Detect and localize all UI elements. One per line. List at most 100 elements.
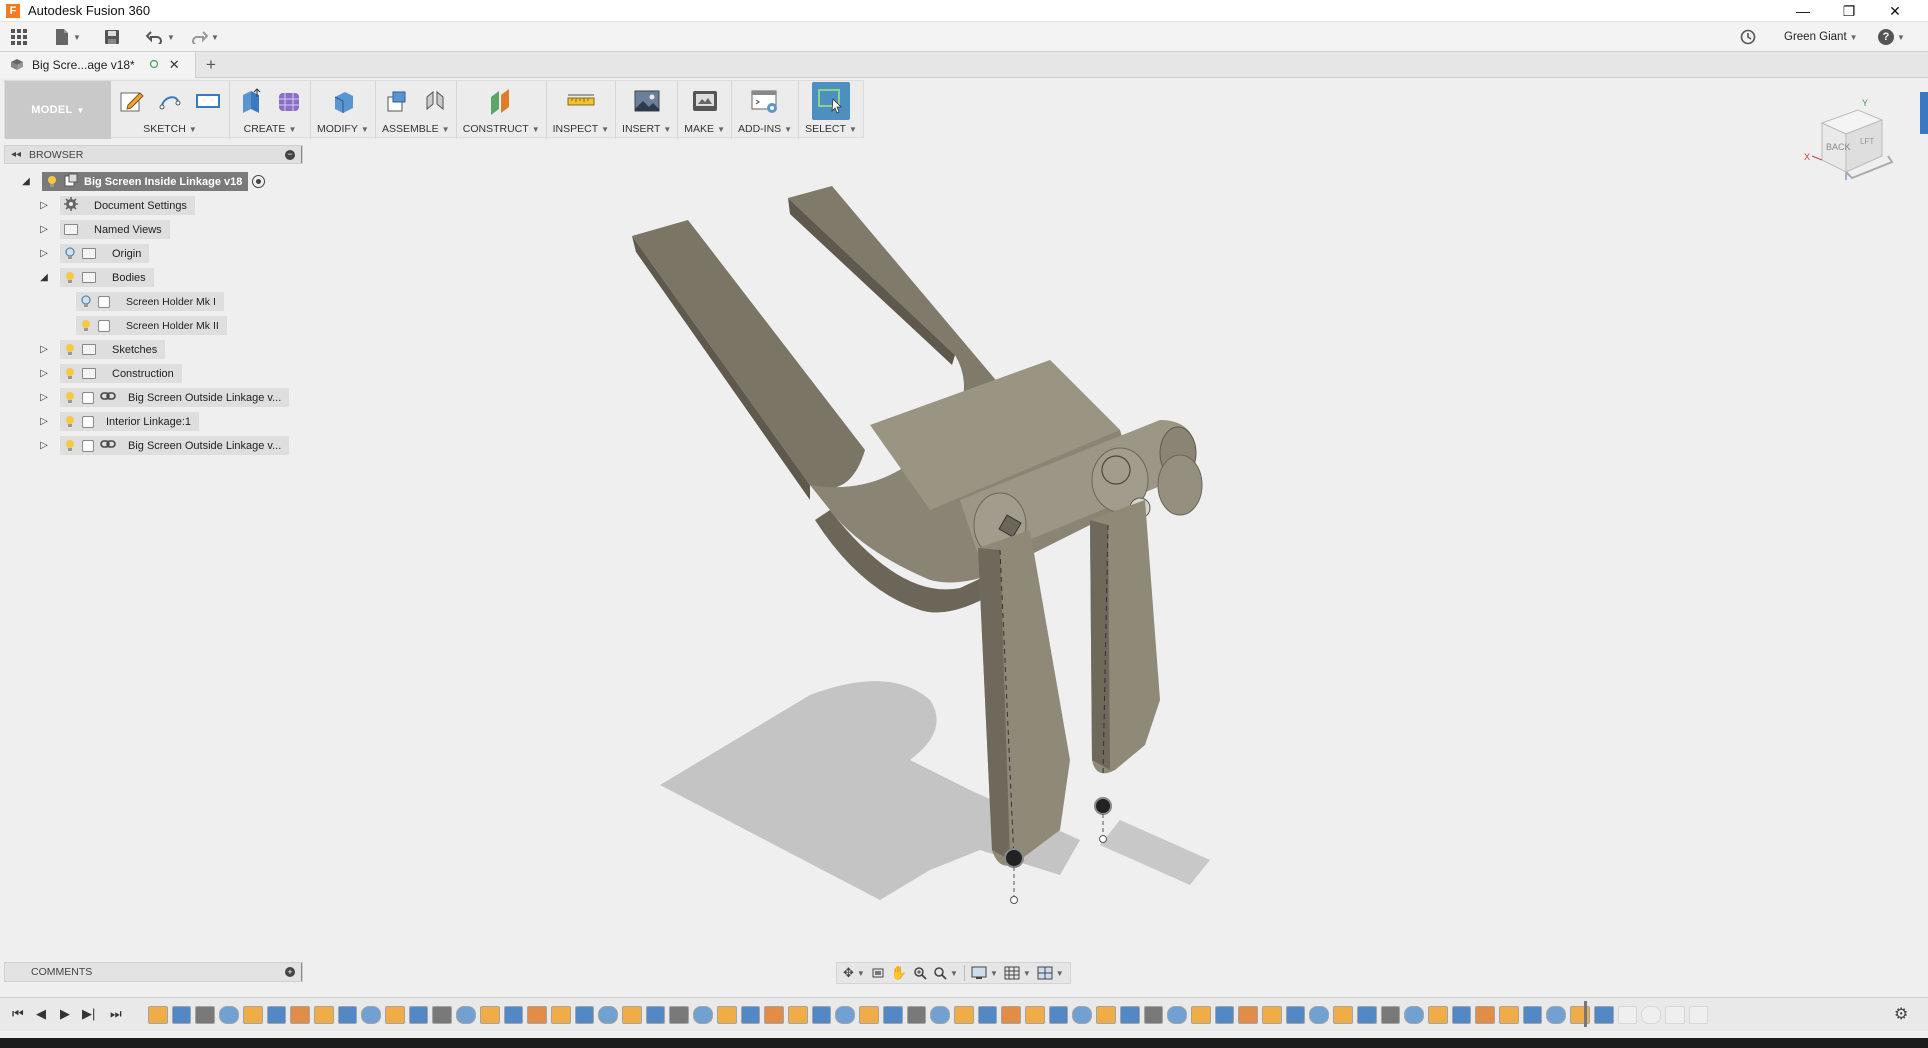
new-component-icon[interactable]	[382, 86, 412, 116]
timeline-feature-extrude-icon[interactable]	[1593, 1006, 1614, 1024]
timeline-feature-sketch-icon[interactable]	[1499, 1006, 1519, 1024]
workspace-mode-button[interactable]: MODEL ▼	[5, 81, 111, 139]
timeline-feature-extrude-icon[interactable]	[408, 1006, 429, 1024]
timeline-feature-joint-icon[interactable]	[1617, 1006, 1638, 1024]
viewports-icon[interactable]: ▼	[1037, 966, 1064, 980]
skip-to-start-icon[interactable]: ⏮	[12, 1006, 24, 1022]
timeline-feature-fillet-icon[interactable]	[835, 1006, 856, 1024]
browser-panel-header[interactable]: ◂◂ BROWSER −	[4, 145, 303, 164]
timeline-feature-sketch-icon[interactable]	[385, 1006, 405, 1024]
new-tab-button[interactable]: +	[206, 55, 216, 75]
viewcube[interactable]: BACK LFT X Y	[1800, 98, 1900, 188]
timeline-feature-sketch-icon[interactable]	[550, 1006, 571, 1024]
browser-item-bodies[interactable]: ◢ Bodies	[38, 268, 154, 287]
line-tool-icon[interactable]	[155, 86, 185, 116]
play-icon[interactable]: ▶	[60, 1006, 70, 1022]
timeline-feature-plane-icon[interactable]	[1238, 1006, 1259, 1024]
look-at-icon[interactable]	[871, 966, 885, 980]
orbit-icon[interactable]: ✥ ▼	[843, 965, 865, 981]
timeline-feature-extrude-icon[interactable]	[811, 1006, 832, 1024]
browser-item-body-screen-holder-mk-i[interactable]: Screen Holder Mk I	[76, 292, 224, 311]
activate-component-icon[interactable]	[252, 175, 266, 188]
redo-icon[interactable]: ▼	[190, 27, 219, 47]
timeline-feature-extrude-icon[interactable]	[1048, 1006, 1069, 1024]
visibility-bulb-icon[interactable]	[64, 439, 76, 453]
expand-triangle-icon[interactable]: ▷	[38, 440, 50, 451]
timeline-feature-joint-icon[interactable]	[1380, 1006, 1401, 1024]
save-icon[interactable]	[104, 27, 120, 47]
timeline-feature-extrude-icon[interactable]	[882, 1006, 903, 1024]
timeline-feature-joint-icon[interactable]	[906, 1006, 927, 1024]
add-comment-icon[interactable]: +	[285, 967, 295, 977]
visibility-bulb-icon[interactable]	[80, 319, 92, 333]
expand-triangle-icon[interactable]: ▷	[38, 416, 50, 427]
insert-image-icon[interactable]	[632, 86, 662, 116]
visibility-bulb-icon[interactable]	[64, 271, 76, 285]
timeline-feature-extrude-icon[interactable]	[1451, 1006, 1472, 1024]
timeline-feature-joint-icon[interactable]	[432, 1006, 453, 1024]
toolbar-group-label[interactable]: SKETCH	[143, 123, 186, 135]
timeline-feature-sketch-icon[interactable]	[1096, 1006, 1116, 1024]
offset-plane-icon[interactable]	[486, 86, 516, 116]
expand-triangle-icon[interactable]: ▷	[38, 344, 50, 355]
timeline-feature-fillet-icon[interactable]	[1167, 1006, 1187, 1024]
expand-triangle-icon[interactable]: ▷	[38, 224, 50, 235]
timeline-feature-joint-icon[interactable]	[195, 1006, 216, 1024]
grid-snaps-icon[interactable]: ▼	[1004, 966, 1031, 980]
timeline-feature-extrude-icon[interactable]	[1214, 1006, 1235, 1024]
timeline-feature-sketch-icon[interactable]	[953, 1006, 974, 1024]
timeline-feature-sketch-icon[interactable]	[479, 1006, 500, 1024]
timeline-feature-extrude-icon[interactable]	[1356, 1006, 1377, 1024]
visibility-bulb-icon[interactable]	[64, 391, 76, 405]
file-menu-icon[interactable]: ▼	[54, 27, 81, 47]
browser-item-sketches[interactable]: ▷ Sketches	[38, 340, 166, 359]
browser-item-construction[interactable]: ▷ Construction	[38, 364, 182, 383]
timeline-feature-joint-icon[interactable]	[1143, 1006, 1164, 1024]
display-settings-icon[interactable]: ▼	[971, 966, 998, 980]
timeline-feature-extrude-icon[interactable]	[503, 1006, 524, 1024]
browser-item-outside-linkage-1[interactable]: ▷ Big Screen Outside Linkage v...	[38, 388, 290, 407]
visibility-bulb-icon[interactable]	[46, 175, 58, 189]
timeline-feature-fillet-icon[interactable]	[930, 1006, 950, 1024]
timeline-feature-plane-icon[interactable]	[1001, 1006, 1022, 1024]
fit-view-icon[interactable]: ▼	[933, 966, 958, 980]
extrude-icon[interactable]	[236, 86, 266, 116]
timeline-feature-fillet-icon[interactable]	[219, 1006, 239, 1024]
side-panel-tab[interactable]	[1920, 92, 1928, 134]
timeline-feature-sketch-icon[interactable]	[1665, 1006, 1685, 1024]
press-pull-icon[interactable]	[328, 86, 358, 116]
form-sculpt-icon[interactable]	[274, 86, 304, 116]
timeline-feature-joint-icon[interactable]	[669, 1006, 690, 1024]
timeline-feature-extrude-icon[interactable]	[740, 1006, 761, 1024]
timeline-feature-sketch-icon[interactable]	[1262, 1006, 1282, 1024]
timeline-feature-fillet-icon[interactable]	[1309, 1006, 1330, 1024]
toolbar-group-label[interactable]: ASSEMBLE	[382, 123, 439, 135]
joint-icon[interactable]	[420, 86, 450, 116]
collapse-panel-icon[interactable]: ◂◂	[11, 149, 21, 160]
skip-to-end-icon[interactable]: ⏭	[110, 1006, 122, 1022]
timeline-feature-plane-icon[interactable]	[764, 1006, 784, 1024]
restore-button[interactable]: ❐	[1826, 0, 1872, 22]
collapse-triangle-icon[interactable]: ◢	[20, 176, 32, 187]
help-menu[interactable]: ? ▼	[1878, 27, 1905, 47]
toolbar-group-label[interactable]: CREATE	[244, 123, 286, 135]
timeline-feature-fillet-icon[interactable]	[1404, 1006, 1424, 1024]
collapse-triangle-icon[interactable]: ◢	[38, 272, 50, 283]
measure-icon[interactable]	[566, 86, 596, 116]
timeline-feature-extrude-icon[interactable]	[337, 1006, 358, 1024]
timeline-feature-fillet-icon[interactable]	[1072, 1006, 1093, 1024]
visibility-bulb-icon[interactable]	[64, 415, 76, 429]
timeline-feature-sketch-icon[interactable]	[148, 1006, 168, 1024]
toolbar-group-label[interactable]: MAKE	[684, 123, 714, 135]
expand-triangle-icon[interactable]: ▷	[38, 368, 50, 379]
timeline-feature-extrude-icon[interactable]	[266, 1006, 287, 1024]
expand-triangle-icon[interactable]: ▷	[38, 392, 50, 403]
create-sketch-icon[interactable]	[117, 86, 147, 116]
timeline-feature-extrude-icon[interactable]	[171, 1006, 192, 1024]
browser-item-document-settings[interactable]: ▷ Document Settings	[38, 196, 195, 215]
timeline-feature-fillet-icon[interactable]	[361, 1006, 382, 1024]
timeline-feature-extrude-icon[interactable]	[1522, 1006, 1543, 1024]
undo-icon[interactable]: ▼	[146, 27, 175, 47]
timeline-feature-sketch-icon[interactable]	[622, 1006, 642, 1024]
3d-viewport-model[interactable]	[600, 170, 1360, 930]
